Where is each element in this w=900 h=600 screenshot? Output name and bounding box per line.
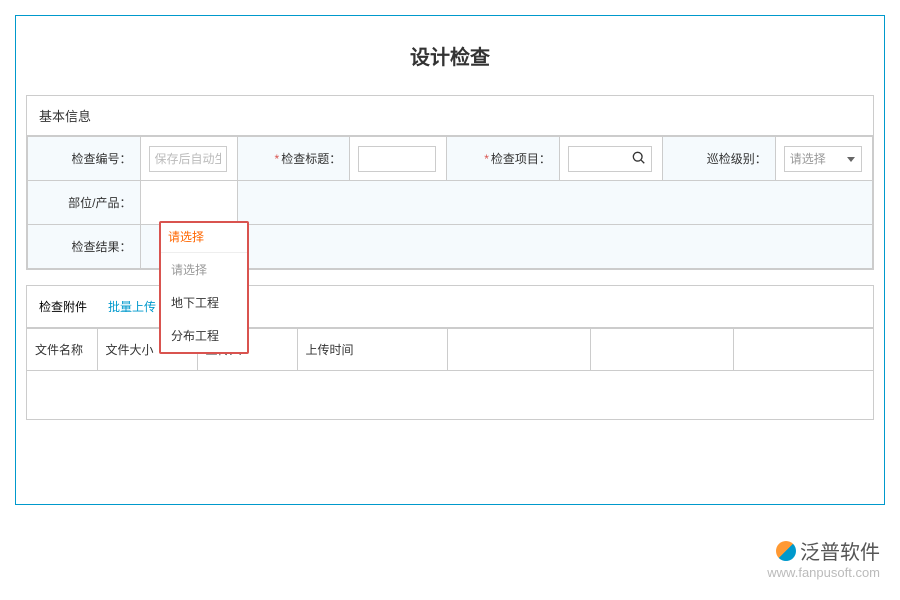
label-check-project: *检查项目： [447, 137, 560, 181]
chevron-down-icon [847, 157, 855, 162]
attachments-section: 检查附件 批量上传 文件名称 文件大小 上传人 上传时间 [26, 285, 874, 420]
required-marker: * [275, 152, 280, 166]
main-container: 设计检查 基本信息 检查编号： *检查标题： *检查项目： [15, 15, 885, 505]
basic-info-section: 基本信息 检查编号： *检查标题： *检查项目： [26, 95, 874, 270]
check-project-input[interactable] [568, 146, 652, 172]
check-project-search [568, 146, 652, 172]
empty-cell [237, 181, 872, 225]
part-product-dropdown: 请选择 请选择 地下工程 分布工程 [159, 221, 249, 354]
logo-icon [776, 541, 796, 561]
label-check-result: 检查结果： [28, 225, 141, 269]
required-marker: * [484, 152, 489, 166]
attachments-label: 检查附件 [39, 298, 87, 315]
watermark-url: www.fanpusoft.com [767, 565, 880, 580]
label-inspection-level: 巡检级别： [663, 137, 776, 181]
cell-check-number [140, 137, 237, 181]
cell-check-result[interactable] [140, 225, 872, 269]
col-uploadtime: 上传时间 [297, 329, 447, 371]
watermark: 泛普软件 www.fanpusoft.com [767, 536, 880, 580]
cell-part-product [140, 181, 237, 225]
page-title: 设计检查 [16, 16, 884, 95]
dropdown-option-distribution[interactable]: 分布工程 [161, 319, 247, 352]
cell-check-title [350, 137, 447, 181]
col-empty3 [734, 329, 873, 371]
label-check-number: 检查编号： [28, 137, 141, 181]
file-table: 文件名称 文件大小 上传人 上传时间 [27, 328, 873, 371]
col-empty1 [447, 329, 590, 371]
dropdown-trigger[interactable]: 请选择 [161, 223, 247, 253]
watermark-brand: 泛普软件 [767, 536, 880, 565]
dropdown-option-underground[interactable]: 地下工程 [161, 286, 247, 319]
attachments-header: 检查附件 批量上传 [27, 286, 873, 328]
bulk-upload-button[interactable]: 批量上传 [102, 294, 162, 319]
label-part-product: 部位/产品： [28, 181, 141, 225]
basic-info-table: 检查编号： *检查标题： *检查项目： [27, 136, 873, 269]
col-empty2 [590, 329, 733, 371]
label-check-title: *检查标题： [237, 137, 350, 181]
col-filename: 文件名称 [27, 329, 97, 371]
check-number-input[interactable] [149, 146, 227, 172]
cell-inspection-level: 请选择 [775, 137, 872, 181]
check-title-input[interactable] [358, 146, 436, 172]
basic-info-header: 基本信息 [27, 96, 873, 136]
dropdown-option-placeholder[interactable]: 请选择 [161, 253, 247, 286]
cell-check-project [559, 137, 662, 181]
inspection-level-select[interactable]: 请选择 [784, 146, 862, 172]
